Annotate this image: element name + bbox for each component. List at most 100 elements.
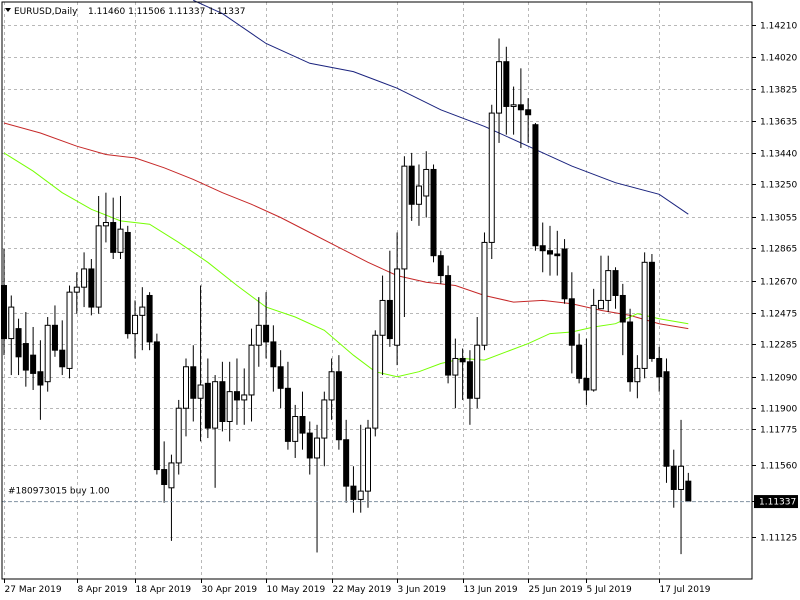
y-tick-label: 1.13055 — [760, 214, 797, 224]
candle-body-down — [503, 61, 510, 107]
x-tick-label: 13 Jun 2019 — [464, 585, 518, 595]
candle — [175, 399, 182, 475]
candle-body-down — [619, 294, 626, 323]
candle-body-down — [517, 104, 524, 111]
candle-body-down — [343, 439, 350, 487]
candle-body-up — [372, 334, 379, 429]
candle-body-up — [678, 465, 685, 490]
candle-body-up — [590, 304, 597, 391]
current-price-tag: 1.11337 — [754, 495, 798, 509]
candle — [648, 254, 655, 362]
candle-body-up — [379, 299, 386, 336]
y-tick-label: 1.14210 — [760, 22, 797, 32]
candle-body-down — [146, 294, 153, 343]
x-tick-label: 8 Apr 2019 — [78, 585, 128, 595]
candle-body-down — [386, 299, 393, 340]
candle-body-down — [190, 366, 197, 399]
candle-body-down — [547, 250, 553, 255]
candle — [481, 232, 488, 351]
y-tick-label: 1.12865 — [760, 245, 797, 255]
x-tick-label: 27 Mar 2019 — [5, 585, 62, 595]
y-tick-label: 1.13635 — [760, 118, 797, 128]
candle-body-down — [576, 344, 583, 379]
candle-body-down — [627, 321, 634, 383]
x-tick-label: 22 May 2019 — [333, 585, 392, 595]
candle-body-up — [8, 306, 15, 340]
candle-body-down — [22, 343, 29, 371]
candle — [146, 292, 153, 351]
candle-body-up — [66, 291, 73, 369]
y-tick-label: 1.12090 — [760, 374, 797, 384]
candle-body-down — [430, 168, 437, 257]
candle-body-down — [685, 480, 692, 502]
candle-body-up — [328, 371, 335, 401]
y-tick-label: 1.12670 — [760, 278, 797, 288]
candle-body-up — [212, 381, 219, 429]
x-tick-label: 18 Apr 2019 — [136, 585, 192, 595]
candle-body-down — [306, 432, 313, 459]
candle-body-up — [496, 61, 503, 114]
candle-body-up — [634, 367, 641, 383]
candle — [641, 252, 648, 379]
candle-body-down — [270, 341, 277, 368]
candle-body-up — [401, 165, 408, 270]
candle-body-down — [525, 109, 532, 116]
candle-body-up — [415, 185, 422, 205]
candle-body-up — [357, 490, 364, 500]
candle — [488, 104, 495, 259]
y-tick-label: 1.11560 — [760, 462, 797, 472]
candle-body-down — [663, 371, 670, 467]
candle-body-up — [488, 112, 495, 243]
candle-body-down — [88, 268, 95, 308]
y-tick-label: 1.12285 — [760, 341, 797, 351]
candle — [532, 123, 539, 251]
x-tick-label: 25 Jun 2019 — [529, 585, 583, 595]
candle-body-up — [255, 324, 262, 346]
y-tick-label: 1.14020 — [760, 54, 797, 64]
candle-body-down — [350, 485, 357, 500]
symbol-label: EURUSD,Daily — [14, 7, 78, 17]
x-tick-label: 5 Jul 2019 — [587, 585, 632, 595]
candle-body-down — [110, 222, 117, 253]
y-tick-label: 1.13250 — [760, 181, 797, 191]
candle-body-down — [277, 366, 284, 389]
candle-body-up — [481, 241, 488, 346]
candle-body-down — [284, 387, 291, 442]
y-tick-label: 1.11125 — [760, 534, 797, 544]
candle-body-down — [554, 253, 561, 257]
candle-body-up — [168, 462, 175, 489]
candle-body-up — [510, 104, 517, 107]
candle-body-down — [124, 231, 131, 335]
candle-body-down — [30, 354, 37, 374]
candle — [124, 225, 131, 339]
candle-body-down — [37, 371, 44, 386]
candle-body-down — [204, 382, 211, 429]
y-tick-label: 1.11900 — [760, 405, 797, 415]
candle-body-down — [561, 248, 568, 300]
candle-body-down — [59, 349, 66, 368]
candle-body-down — [459, 357, 466, 363]
candle-body-down — [161, 469, 168, 485]
candle — [153, 333, 160, 475]
candle-body-up — [248, 344, 255, 396]
candle — [663, 358, 670, 483]
candle-body-down — [15, 328, 22, 358]
candle-body-down — [583, 377, 590, 391]
candle-body-down — [437, 255, 444, 277]
candle-body-down — [233, 391, 240, 401]
current-price-label: 1.11337 — [759, 498, 796, 508]
candle-body-up — [641, 261, 648, 369]
candle-body-up — [102, 222, 109, 227]
x-tick-label: 30 Apr 2019 — [202, 585, 258, 595]
candle-body-up — [292, 416, 299, 442]
candle-body-up — [452, 357, 459, 376]
candle-body-down — [670, 465, 677, 490]
candle-body-down — [335, 371, 342, 441]
candle-body-up — [226, 391, 233, 422]
candle-body-down — [299, 416, 306, 434]
candle — [372, 330, 379, 437]
candle-body-up — [394, 268, 401, 346]
candle-body-down — [153, 341, 160, 471]
y-tick-label: 1.13440 — [760, 150, 797, 160]
candle-body-down — [408, 165, 415, 205]
